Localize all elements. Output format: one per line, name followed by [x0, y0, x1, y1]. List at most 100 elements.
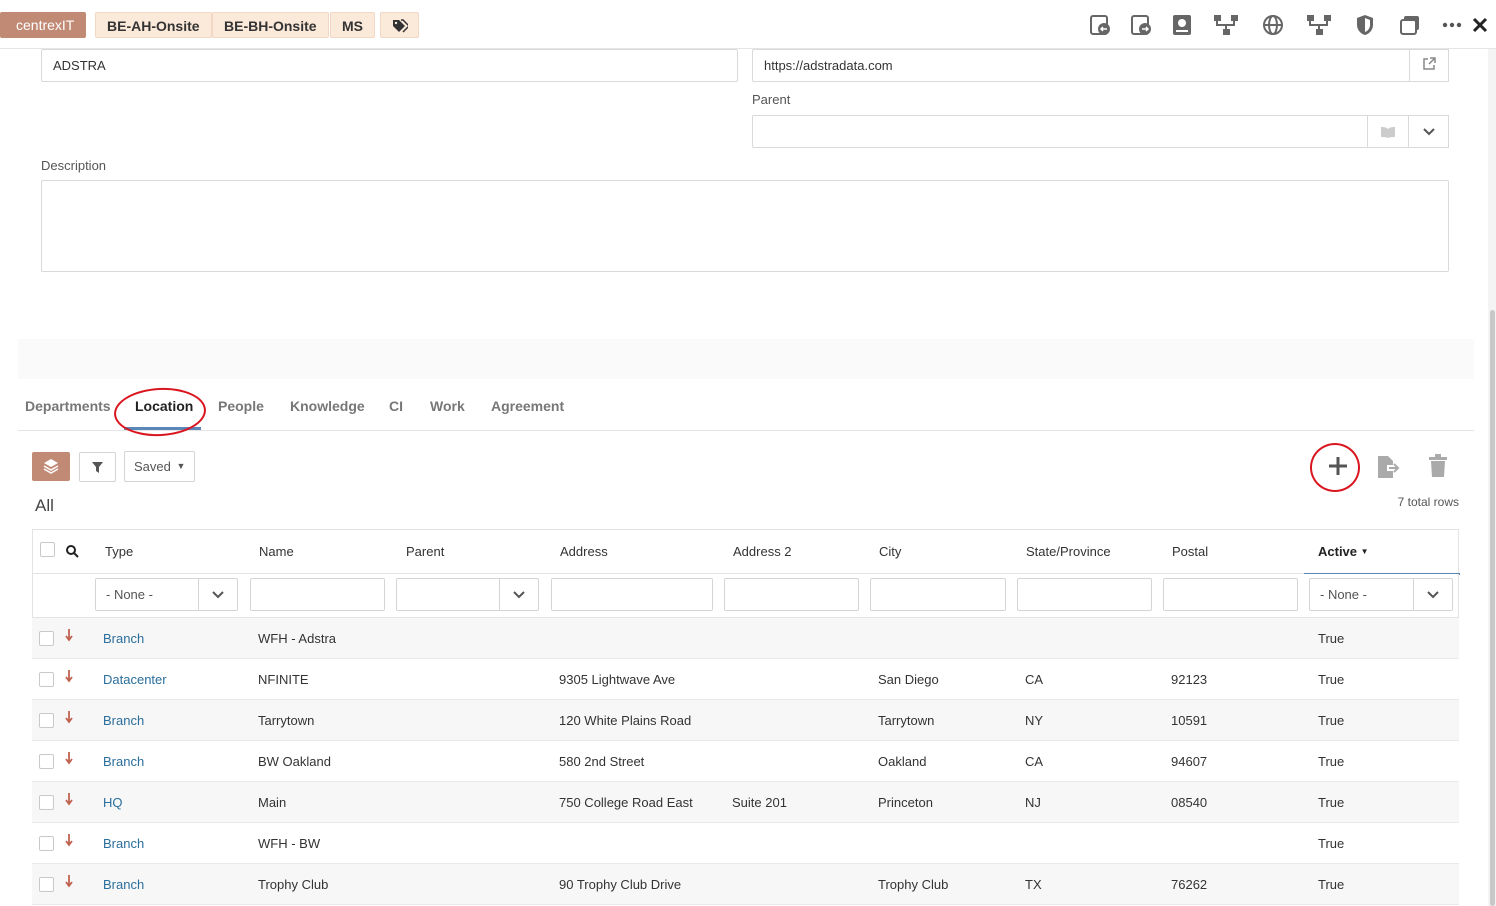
- row-checkbox[interactable]: [39, 877, 54, 892]
- address-filter[interactable]: [551, 578, 713, 611]
- column-address-2[interactable]: Address 2: [733, 544, 792, 559]
- column-address[interactable]: Address: [560, 544, 608, 559]
- row-checkbox[interactable]: [39, 836, 54, 851]
- saved-label: Saved: [134, 459, 171, 474]
- city-filter[interactable]: [870, 578, 1006, 611]
- tab-work[interactable]: Work: [430, 398, 465, 414]
- window-icon[interactable]: [1398, 13, 1422, 37]
- layers-button[interactable]: [32, 452, 70, 481]
- tag-be-bh-onsite[interactable]: BE-BH-Onsite: [212, 12, 329, 38]
- parent-dropdown-button[interactable]: [1408, 115, 1449, 148]
- book-icon[interactable]: [1171, 13, 1193, 37]
- filter-button[interactable]: [79, 452, 116, 482]
- table-header: Type Name Parent Address Address 2 City …: [32, 529, 1460, 575]
- column-city[interactable]: City: [879, 544, 901, 559]
- arrow-down-icon[interactable]: [65, 833, 73, 850]
- column-state[interactable]: State/Province: [1026, 544, 1111, 559]
- tag-be-ah-onsite[interactable]: BE-AH-Onsite: [95, 12, 212, 38]
- cell-type[interactable]: Branch: [103, 713, 144, 728]
- select-all-checkbox[interactable]: [40, 542, 55, 557]
- saved-dropdown[interactable]: Saved ▼: [124, 451, 195, 482]
- add-button[interactable]: [1325, 452, 1351, 480]
- sort-desc-icon: ▼: [1360, 547, 1369, 556]
- cell-name: WFH - Adstra: [258, 631, 337, 646]
- cell-active: True: [1318, 836, 1345, 851]
- table-row[interactable]: Branch WFH - BW True: [32, 823, 1459, 864]
- tab-people[interactable]: People: [218, 398, 264, 414]
- tab-knowledge[interactable]: Knowledge: [290, 398, 365, 414]
- cell-active: True: [1318, 713, 1345, 728]
- more-icon[interactable]: [1441, 13, 1463, 37]
- tab-ci[interactable]: CI: [389, 398, 403, 414]
- shield-icon[interactable]: [1354, 13, 1376, 37]
- tag-icon[interactable]: [380, 12, 419, 38]
- table-row[interactable]: Branch Tarrytown 120 White Plains Road Tarr…: [32, 700, 1459, 741]
- book-open-icon: [1380, 125, 1396, 141]
- table-row[interactable]: Branch Trophy Club 90 Trophy Club Drive Tro…: [32, 864, 1459, 905]
- cell-postal: 94607: [1171, 754, 1208, 769]
- name-field[interactable]: ADSTRA: [41, 49, 738, 82]
- row-checkbox[interactable]: [39, 672, 54, 687]
- chevron-down-icon: [1413, 579, 1452, 610]
- parent-filter[interactable]: [396, 578, 539, 611]
- row-checkbox[interactable]: [39, 795, 54, 810]
- table-row[interactable]: Datacenter NFINITE 9305 Lightwave Ave San D…: [32, 659, 1459, 700]
- column-name[interactable]: Name: [259, 544, 294, 559]
- redo-icon[interactable]: [1129, 13, 1153, 37]
- name-filter[interactable]: [250, 578, 385, 611]
- delete-button[interactable]: [1428, 454, 1448, 478]
- row-checkbox[interactable]: [39, 713, 54, 728]
- cell-active: True: [1318, 754, 1345, 769]
- row-checkbox[interactable]: [39, 754, 54, 769]
- arrow-down-icon[interactable]: [65, 751, 73, 768]
- column-type[interactable]: Type: [105, 544, 133, 559]
- parent-lookup-button[interactable]: [1367, 115, 1409, 148]
- trash-icon: [1428, 454, 1448, 481]
- column-active[interactable]: Active ▼: [1318, 544, 1369, 559]
- search-icon[interactable]: [65, 544, 79, 558]
- scrollbar-thumb[interactable]: [1490, 310, 1495, 906]
- column-parent[interactable]: Parent: [406, 544, 444, 559]
- globe-icon[interactable]: [1261, 13, 1285, 37]
- cell-city: Trophy Club: [878, 877, 949, 892]
- table-row[interactable]: HQ Main 750 College Road East Suite 201 Prin…: [32, 782, 1459, 823]
- website-field[interactable]: https://adstradata.com: [752, 49, 1449, 82]
- table-row[interactable]: Branch BW Oakland 580 2nd Street Oakland CA 9…: [32, 741, 1459, 782]
- arrow-down-icon[interactable]: [65, 874, 73, 891]
- tree-icon[interactable]: [1213, 13, 1239, 37]
- arrow-down-icon[interactable]: [65, 792, 73, 809]
- arrow-down-icon[interactable]: [65, 669, 73, 686]
- cell-address-2: Suite 201: [732, 795, 787, 810]
- export-button[interactable]: [1376, 454, 1402, 480]
- type-filter-value: - None -: [106, 587, 153, 602]
- tab-agreement[interactable]: Agreement: [491, 398, 564, 414]
- related-tabs: Departments Location People Knowledge CI…: [18, 380, 1474, 439]
- tag-centrexit[interactable]: centrexIT: [0, 12, 87, 38]
- type-filter[interactable]: - None -: [95, 578, 238, 611]
- cell-type[interactable]: Branch: [103, 754, 144, 769]
- tab-departments[interactable]: Departments: [25, 398, 111, 414]
- total-rows: 7 total rows: [1397, 495, 1459, 509]
- active-filter[interactable]: - None -: [1309, 578, 1453, 611]
- open-link-button[interactable]: [1409, 49, 1449, 82]
- close-icon[interactable]: [1471, 15, 1489, 35]
- postal-filter[interactable]: [1163, 578, 1298, 611]
- cell-type[interactable]: Branch: [103, 877, 144, 892]
- description-field[interactable]: [41, 180, 1449, 272]
- table-row[interactable]: Branch WFH - Adstra True: [32, 618, 1459, 659]
- reply-icon[interactable]: [1088, 13, 1112, 37]
- cell-type[interactable]: Datacenter: [103, 672, 167, 687]
- cell-type[interactable]: HQ: [103, 795, 123, 810]
- tree-icon[interactable]: [1306, 13, 1332, 37]
- column-postal[interactable]: Postal: [1172, 544, 1208, 559]
- tag-ms[interactable]: MS: [330, 12, 375, 38]
- address-2-filter[interactable]: [724, 578, 859, 611]
- row-checkbox[interactable]: [39, 631, 54, 646]
- arrow-down-icon[interactable]: [65, 628, 73, 645]
- cell-type[interactable]: Branch: [103, 836, 144, 851]
- cell-type[interactable]: Branch: [103, 631, 144, 646]
- parent-field[interactable]: [752, 115, 1369, 148]
- state-filter[interactable]: [1017, 578, 1152, 611]
- arrow-down-icon[interactable]: [65, 710, 73, 727]
- cell-city: San Diego: [878, 672, 939, 687]
